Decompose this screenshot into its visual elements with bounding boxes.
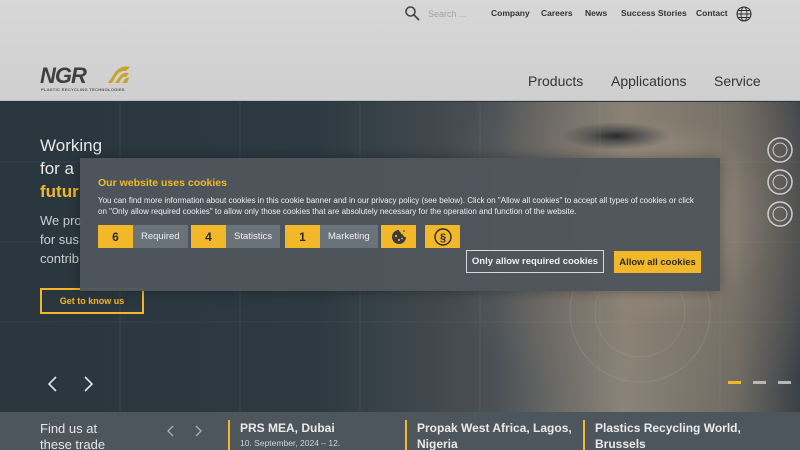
slider-dot-1[interactable] [728,381,741,384]
cookie-banner: Our website uses cookies You can find mo… [80,158,720,291]
event-card[interactable]: PRS MEA, Dubai 10. September, 2024 – 12. [228,420,340,450]
nav-success-stories-link[interactable]: Success Stories [621,8,687,18]
utility-bar: Company Careers News Success Stories Con… [0,0,800,27]
event-title: Propak West Africa, Lagos, [417,421,572,435]
privacy-policy-button[interactable]: § [425,225,460,248]
events-heading: Find us at these trade [40,421,105,450]
main-nav-applications[interactable]: Applications [611,73,687,89]
logo-wordmark: NGR [40,63,87,88]
cookie-category-label: Statistics [226,225,281,248]
event-title: Plastics Recycling World, [595,421,741,435]
globe-icon[interactable] [736,6,752,22]
cookie-category-label: Required [133,225,188,248]
logo-tagline: PLASTIC RECYCLING TECHNOLOGIES [41,87,125,92]
nav-contact-link[interactable]: Contact [696,8,728,18]
ngr-logo[interactable]: NGR PLASTIC RECYCLING TECHNOLOGIES [40,63,136,95]
only-required-cookies-button[interactable]: Only allow required cookies [466,250,604,273]
nav-company-link[interactable]: Company [491,8,530,18]
nav-news-link[interactable]: News [585,8,607,18]
get-to-know-us-button[interactable]: Get to know us [40,288,144,314]
event-title-line2: Nigeria [417,437,458,450]
slider-next-arrow-icon[interactable] [81,374,95,394]
cookie-category-marketing[interactable]: 1 Marketing [285,225,378,248]
cookie-banner-text: You can find more information about cook… [98,196,694,216]
event-title-line2: Brussels [595,437,646,450]
event-date: 10. September, 2024 – 12. [240,438,341,448]
main-nav-products[interactable]: Products [528,73,583,89]
cookie-icon [391,229,406,244]
nav-careers-link[interactable]: Careers [541,8,573,18]
cookie-banner-title: Our website uses cookies [98,177,227,189]
event-card[interactable]: Plastics Recycling World, Brussels [583,420,741,450]
event-title: PRS MEA, Dubai [240,421,335,435]
cookie-category-statistics[interactable]: 4 Statistics [191,225,281,248]
slider-dot-3[interactable] [778,381,791,384]
cookie-count-badge: 4 [191,225,226,248]
main-nav-service[interactable]: Service [714,73,761,89]
paragraph-icon: § [433,227,452,246]
cookie-category-label: Marketing [320,225,378,248]
decorative-rings [767,137,793,227]
search-icon[interactable] [404,5,420,21]
slider-dot-2[interactable] [753,381,766,384]
cookie-details-button[interactable] [381,225,416,248]
search-input[interactable] [428,6,480,21]
logo-swoosh-icon [108,66,130,83]
events-prev-arrow-icon[interactable] [166,425,176,437]
allow-all-cookies-button[interactable]: Allow all cookies [614,251,701,273]
trade-fair-strip: Find us at these trade PRS MEA, Dubai 10… [0,412,800,450]
svg-text:§: § [439,232,445,244]
hero-heading-line1: Working [40,136,103,155]
events-next-arrow-icon[interactable] [193,425,203,437]
cookie-count-badge: 1 [285,225,320,248]
events-heading-line1: Find us at [40,421,98,436]
slider-prev-arrow-icon[interactable] [46,374,60,394]
cookie-category-required[interactable]: 6 Required [98,225,188,248]
events-heading-line2: these trade [40,437,106,450]
event-card[interactable]: Propak West Africa, Lagos, Nigeria [405,420,572,450]
cookie-count-badge: 6 [98,225,133,248]
site-header: Company Careers News Success Stories Con… [0,0,800,101]
